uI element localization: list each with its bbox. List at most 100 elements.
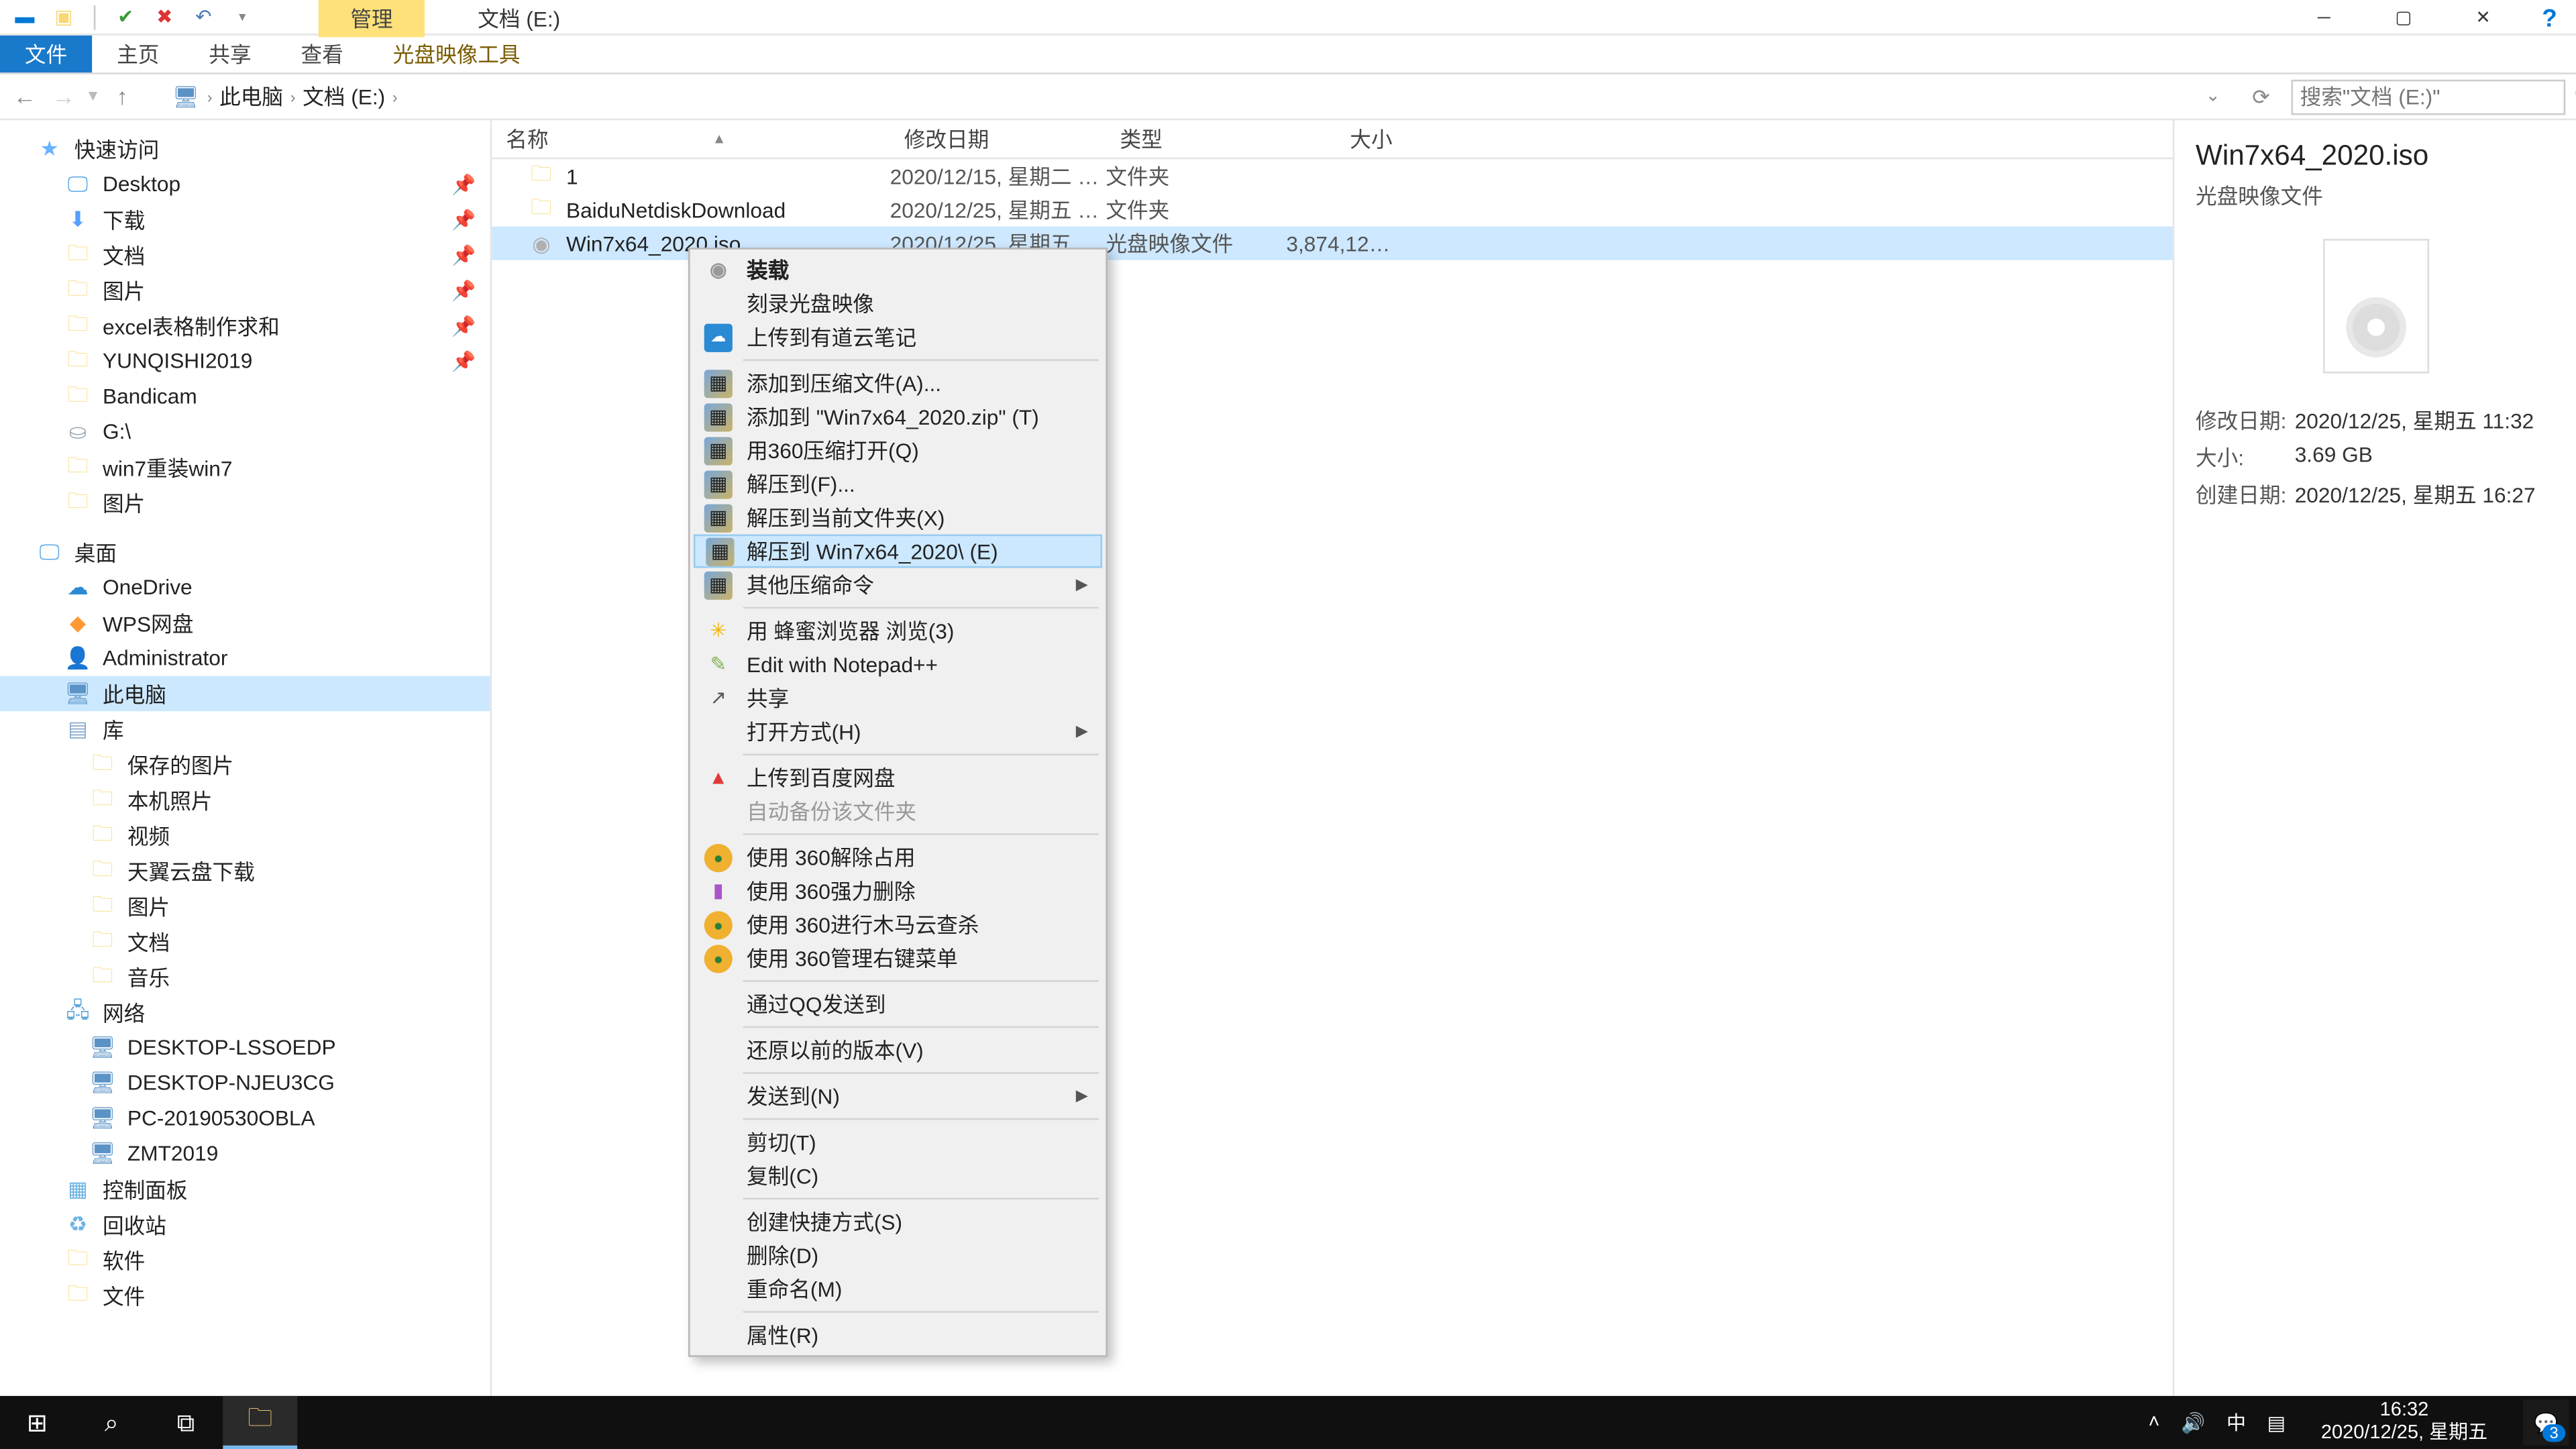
tree-item[interactable]: 🗀文件 [0, 1277, 490, 1313]
tree-item[interactable]: ♻回收站 [0, 1207, 490, 1242]
column-name[interactable]: 名称▲ [492, 124, 890, 154]
context-menu-item[interactable]: ◉装载 [694, 253, 1102, 286]
nav-back-icon[interactable]: ← [11, 83, 39, 111]
address-dropdown-icon[interactable]: ⌄ [2195, 87, 2231, 106]
tree-item[interactable]: 🗀图片📌 [0, 272, 490, 308]
tree-item[interactable]: 🗀天翼云盘下载 [0, 853, 490, 888]
nav-up-icon[interactable]: ↑ [108, 83, 136, 111]
tree-item[interactable]: 🖵桌面 [0, 534, 490, 570]
tray-clock[interactable]: 16:32 2020/12/25, 星期五 [2307, 1399, 2502, 1446]
tree-item[interactable]: 🖵Desktop📌 [0, 166, 490, 202]
context-menu-item[interactable]: 还原以前的版本(V) [694, 1033, 1102, 1067]
qat-dropdown-icon[interactable]: ▾ [228, 3, 256, 31]
tree-item[interactable]: ⬇下载📌 [0, 202, 490, 237]
context-menu-item[interactable]: 复制(C) [694, 1159, 1102, 1192]
context-menu-item[interactable]: 发送到(N)▶ [694, 1079, 1102, 1113]
context-menu-item[interactable]: ↗共享 [694, 681, 1102, 714]
tree-item[interactable]: 🗀文档📌 [0, 237, 490, 272]
close-button[interactable]: ✕ [2443, 0, 2523, 36]
search-input[interactable] [2300, 84, 2575, 109]
column-type[interactable]: 类型 [1106, 124, 1286, 154]
tree-item[interactable]: ◆WPS网盘 [0, 605, 490, 641]
column-size[interactable]: 大小 [1286, 124, 1410, 154]
ribbon-tab-file[interactable]: 文件 [0, 36, 92, 72]
qat-properties-icon[interactable]: ▣ [50, 3, 78, 31]
column-date[interactable]: 修改日期 [890, 124, 1106, 154]
context-menu-item[interactable]: ▮使用 360强力删除 [694, 874, 1102, 908]
context-menu-item[interactable]: ●使用 360管理右键菜单 [694, 941, 1102, 975]
context-menu-item[interactable]: 通过QQ发送到 [694, 987, 1102, 1021]
tree-item[interactable]: ⛀G:\ [0, 414, 490, 449]
context-menu-item[interactable]: ▦用360压缩打开(Q) [694, 433, 1102, 467]
context-menu-item[interactable]: ☁上传到有道云笔记 [694, 320, 1102, 354]
context-menu-item[interactable]: 创建快捷方式(S) [694, 1205, 1102, 1238]
tree-item[interactable]: ★快速访问 [0, 131, 490, 166]
tree-item[interactable]: 🗀Bandicam [0, 378, 490, 414]
file-row[interactable]: 🗀BaiduNetdiskDownload2020/12/25, 星期五 1..… [492, 193, 2173, 226]
tree-item[interactable]: 🖥DESKTOP-NJEU3CG [0, 1065, 490, 1101]
context-menu-item[interactable]: ▦添加到压缩文件(A)... [694, 366, 1102, 400]
task-view-icon[interactable]: ⧉ [149, 1396, 223, 1449]
ribbon-tab-view[interactable]: 查看 [276, 36, 368, 72]
context-tab-manage[interactable]: 管理 [319, 0, 425, 36]
tree-item[interactable]: ▤库 [0, 711, 490, 747]
context-menu-item[interactable]: 删除(D) [694, 1238, 1102, 1272]
context-menu-item[interactable]: 重命名(M) [694, 1272, 1102, 1305]
context-menu-item[interactable]: 属性(R) [694, 1318, 1102, 1352]
tree-item[interactable]: 🗀视频 [0, 817, 490, 853]
navigation-tree[interactable]: ★快速访问🖵Desktop📌⬇下载📌🗀文档📌🗀图片📌🗀excel表格制作求和📌🗀… [0, 120, 492, 1410]
breadcrumb-segment[interactable]: 文档 (E:) [303, 81, 385, 111]
qat-delete-icon[interactable]: ✖ [150, 3, 178, 31]
search-box[interactable]: 🔍 [2291, 78, 2565, 114]
tree-item[interactable]: 🗀图片 [0, 485, 490, 521]
tree-item[interactable]: 👤Administrator [0, 641, 490, 676]
taskbar-explorer-icon[interactable]: 🗀 [223, 1396, 297, 1449]
start-button[interactable]: ⊞ [0, 1396, 74, 1449]
qat-undo-icon[interactable]: ↶ [189, 3, 217, 31]
tree-item[interactable]: 🖥ZMT2019 [0, 1136, 490, 1171]
tray-volume-icon[interactable]: 🔊 [2181, 1411, 2205, 1434]
context-menu-item[interactable]: ▦解压到 Win7x64_2020\ (E) [694, 534, 1102, 568]
help-button[interactable]: ? [2523, 0, 2576, 36]
chevron-right-icon[interactable]: › [290, 88, 296, 105]
context-menu-item[interactable]: 刻录光盘映像 [694, 286, 1102, 320]
tree-item[interactable]: 🖥此电脑 [0, 676, 490, 711]
tree-item[interactable]: 🖥DESKTOP-LSSOEDP [0, 1030, 490, 1065]
tray-ime-indicator[interactable]: 中 [2226, 1408, 2246, 1436]
tray-security-icon[interactable]: ▤ [2267, 1411, 2286, 1434]
nav-recent-dropdown[interactable]: ▾ [89, 87, 97, 106]
tray-overflow-icon[interactable]: ˄ [2149, 1412, 2160, 1434]
context-menu-item[interactable]: ✳用 蜂蜜浏览器 浏览(3) [694, 614, 1102, 647]
address-this-pc[interactable]: 🖥 › 此电脑 › 文档 (E:) › [172, 81, 398, 111]
chevron-right-icon[interactable]: › [207, 88, 213, 105]
context-menu-item[interactable]: ▲上传到百度网盘 [694, 761, 1102, 794]
context-menu-item[interactable]: ✎Edit with Notepad++ [694, 647, 1102, 681]
tree-item[interactable]: 🗀YUNQISHI2019📌 [0, 343, 490, 379]
tree-item[interactable]: ☁OneDrive [0, 570, 490, 605]
refresh-icon[interactable]: ⟳ [2241, 84, 2280, 109]
qat-save-icon[interactable]: ✔ [111, 3, 140, 31]
tree-item[interactable]: 🗀文档 [0, 924, 490, 959]
context-menu-item[interactable]: ●使用 360解除占用 [694, 841, 1102, 874]
ribbon-tab-disc-tools[interactable]: 光盘映像工具 [368, 36, 545, 72]
breadcrumb-segment[interactable]: 此电脑 [219, 81, 283, 111]
file-row[interactable]: 🗀12020/12/15, 星期二 1...文件夹 [492, 159, 2173, 193]
context-menu-item[interactable]: ●使用 360进行木马云查杀 [694, 908, 1102, 941]
context-menu-item[interactable]: ▦解压到(F)... [694, 467, 1102, 500]
nav-forward-icon[interactable]: → [50, 83, 78, 111]
tree-item[interactable]: 🗀excel表格制作求和📌 [0, 308, 490, 343]
tree-item[interactable]: 🖥PC-20190530OBLA [0, 1100, 490, 1136]
ribbon-tab-share[interactable]: 共享 [184, 36, 276, 72]
minimize-button[interactable]: ─ [2284, 0, 2364, 36]
tree-item[interactable]: 🗀本机照片 [0, 782, 490, 818]
maximize-button[interactable]: ▢ [2364, 0, 2444, 36]
tree-item[interactable]: 🗀win7重装win7 [0, 449, 490, 485]
context-menu-item[interactable]: 剪切(T) [694, 1125, 1102, 1159]
context-menu-item[interactable]: ▦添加到 "Win7x64_2020.zip" (T) [694, 400, 1102, 433]
context-menu-item[interactable]: ▦解压到当前文件夹(X) [694, 500, 1102, 534]
context-menu-item[interactable]: ▦其他压缩命令▶ [694, 568, 1102, 602]
column-headers[interactable]: 名称▲ 修改日期 类型 大小 [492, 120, 2173, 159]
ribbon-tab-home[interactable]: 主页 [92, 36, 184, 72]
tree-item[interactable]: 🗀软件 [0, 1242, 490, 1277]
tree-item[interactable]: 🗀音乐 [0, 959, 490, 994]
